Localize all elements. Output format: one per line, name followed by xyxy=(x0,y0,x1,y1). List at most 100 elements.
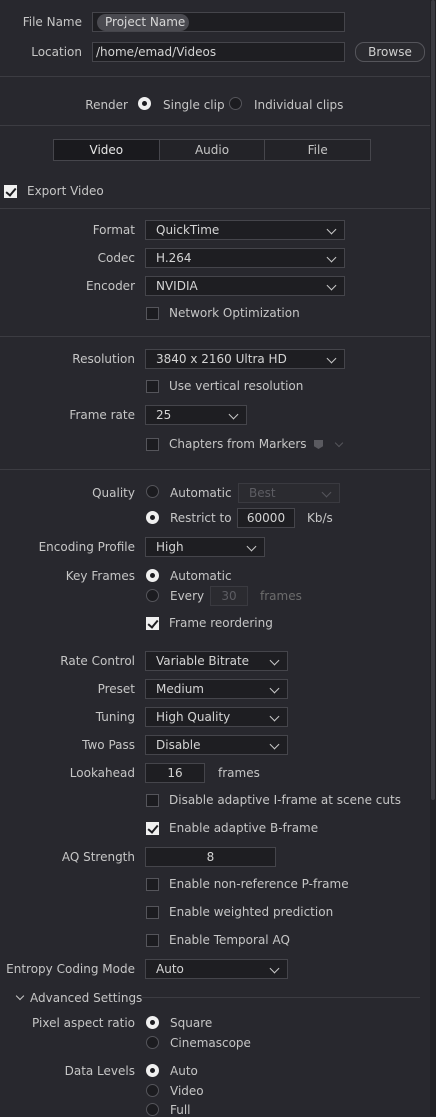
tab-file[interactable]: File xyxy=(265,140,370,160)
chevron-down-icon xyxy=(334,438,344,448)
cinemascope-radio[interactable] xyxy=(146,1036,159,1049)
key-frames-automatic-label[interactable]: Automatic xyxy=(170,569,232,583)
codec-dropdown[interactable]: H.264 xyxy=(145,248,345,268)
divider xyxy=(0,336,430,337)
divider xyxy=(0,208,430,209)
chevron-down-icon xyxy=(326,252,337,263)
encoder-dropdown[interactable]: NVIDIA xyxy=(145,276,345,296)
chapters-label[interactable]: Chapters from Markers xyxy=(169,437,307,451)
non-reference-p-checkbox[interactable] xyxy=(146,878,159,891)
two-pass-dropdown[interactable]: Disable xyxy=(145,735,288,755)
individual-clips-label[interactable]: Individual clips xyxy=(254,98,343,112)
weighted-prediction-label[interactable]: Enable weighted prediction xyxy=(169,905,333,919)
single-clip-radio[interactable] xyxy=(138,97,151,110)
preset-value: Medium xyxy=(156,682,204,696)
chevron-down-icon xyxy=(269,963,280,974)
entropy-dropdown[interactable]: Auto xyxy=(145,959,288,979)
vertical-resolution-checkbox[interactable] xyxy=(146,380,159,393)
entropy-label: Entropy Coding Mode xyxy=(6,962,135,976)
two-pass-value: Disable xyxy=(156,738,201,752)
preset-label: Preset xyxy=(97,682,135,696)
scrollbar-thumb[interactable] xyxy=(431,0,435,800)
key-frames-unit-label: frames xyxy=(260,589,302,603)
quality-automatic-dropdown: Best xyxy=(238,483,340,503)
frame-rate-dropdown[interactable]: 25 xyxy=(145,405,247,425)
export-video-label[interactable]: Export Video xyxy=(27,184,104,198)
resolution-label: Resolution xyxy=(72,352,135,366)
frame-rate-value: 25 xyxy=(156,408,172,422)
lookahead-label: Lookahead xyxy=(69,766,135,780)
marker-icon xyxy=(314,440,323,449)
key-frames-every-label[interactable]: Every xyxy=(170,589,204,603)
advanced-divider xyxy=(142,997,420,998)
encoding-profile-label: Encoding Profile xyxy=(38,540,135,554)
chevron-down-icon xyxy=(246,541,257,552)
divider xyxy=(0,76,430,77)
disable-adaptive-i-checkbox[interactable] xyxy=(146,794,159,807)
browse-button[interactable]: Browse xyxy=(355,42,425,62)
data-levels-video-radio[interactable] xyxy=(146,1084,159,1097)
enable-adaptive-b-checkbox[interactable] xyxy=(146,822,159,835)
temporal-aq-label[interactable]: Enable Temporal AQ xyxy=(169,933,290,947)
single-clip-label[interactable]: Single clip xyxy=(163,98,225,112)
key-frames-every-radio[interactable] xyxy=(146,589,159,602)
tuning-label: Tuning xyxy=(95,710,135,724)
chevron-down-icon[interactable] xyxy=(15,991,25,1001)
disable-adaptive-i-label[interactable]: Disable adaptive I-frame at scene cuts xyxy=(169,793,401,807)
format-value: QuickTime xyxy=(156,223,220,237)
data-levels-label: Data Levels xyxy=(64,1064,135,1078)
advanced-settings-header[interactable]: Advanced Settings xyxy=(30,991,142,1005)
format-dropdown[interactable]: QuickTime xyxy=(145,220,345,240)
key-frames-label: Key Frames xyxy=(65,569,135,583)
chapters-checkbox[interactable] xyxy=(146,438,159,451)
chevron-down-icon xyxy=(228,409,239,420)
chevron-down-icon xyxy=(269,683,280,694)
temporal-aq-checkbox[interactable] xyxy=(146,934,159,947)
aq-strength-input[interactable]: 8 xyxy=(145,847,276,867)
restrict-to-radio[interactable] xyxy=(146,511,159,524)
cinemascope-label[interactable]: Cinemascope xyxy=(170,1036,251,1050)
tuning-dropdown[interactable]: High Quality xyxy=(145,707,288,727)
preset-dropdown[interactable]: Medium xyxy=(145,679,288,699)
frame-reordering-checkbox[interactable] xyxy=(146,617,159,630)
key-frames-every-input: 30 xyxy=(210,586,248,606)
restrict-bitrate-input[interactable]: 60000 xyxy=(237,508,295,528)
frame-rate-label: Frame rate xyxy=(69,408,135,422)
data-levels-video-label[interactable]: Video xyxy=(170,1084,204,1098)
chevron-down-icon xyxy=(269,739,280,750)
individual-clips-radio[interactable] xyxy=(229,97,242,110)
format-label: Format xyxy=(92,223,135,237)
weighted-prediction-checkbox[interactable] xyxy=(146,906,159,919)
rate-control-dropdown[interactable]: Variable Bitrate xyxy=(145,651,288,671)
data-levels-full-label[interactable]: Full xyxy=(170,1103,191,1117)
network-optimization-label[interactable]: Network Optimization xyxy=(169,306,300,320)
resolution-dropdown[interactable]: 3840 x 2160 Ultra HD xyxy=(145,349,345,369)
tuning-value: High Quality xyxy=(156,710,231,724)
render-label: Render xyxy=(85,98,128,112)
pixel-aspect-label: Pixel aspect ratio xyxy=(32,1016,135,1030)
data-levels-auto-label[interactable]: Auto xyxy=(170,1064,198,1078)
rate-control-label: Rate Control xyxy=(60,654,135,668)
export-video-checkbox[interactable] xyxy=(4,185,17,198)
enable-adaptive-b-label[interactable]: Enable adaptive B-frame xyxy=(169,821,318,835)
vertical-resolution-label[interactable]: Use vertical resolution xyxy=(169,379,303,393)
frame-reordering-label[interactable]: Frame reordering xyxy=(169,616,273,630)
quality-automatic-radio[interactable] xyxy=(146,485,159,498)
quality-automatic-label[interactable]: Automatic xyxy=(170,486,232,500)
data-levels-auto-radio[interactable] xyxy=(146,1064,159,1077)
file-name-label: File Name xyxy=(22,15,82,29)
restrict-to-label[interactable]: Restrict to xyxy=(170,511,232,525)
tab-video[interactable]: Video xyxy=(54,140,160,160)
tab-audio[interactable]: Audio xyxy=(160,140,266,160)
square-label[interactable]: Square xyxy=(170,1016,212,1030)
key-frames-automatic-radio[interactable] xyxy=(146,569,159,582)
square-radio[interactable] xyxy=(146,1016,159,1029)
file-name-token[interactable]: Project Name xyxy=(97,14,189,31)
location-field[interactable]: /home/emad/Videos xyxy=(92,42,345,62)
encoding-profile-dropdown[interactable]: High xyxy=(145,537,265,557)
non-reference-p-label[interactable]: Enable non-reference P-frame xyxy=(169,877,349,891)
lookahead-input[interactable]: 16 xyxy=(145,763,205,783)
network-optimization-checkbox[interactable] xyxy=(146,307,159,320)
settings-tabs: Video Audio File xyxy=(53,139,371,161)
data-levels-full-radio[interactable] xyxy=(146,1103,159,1116)
